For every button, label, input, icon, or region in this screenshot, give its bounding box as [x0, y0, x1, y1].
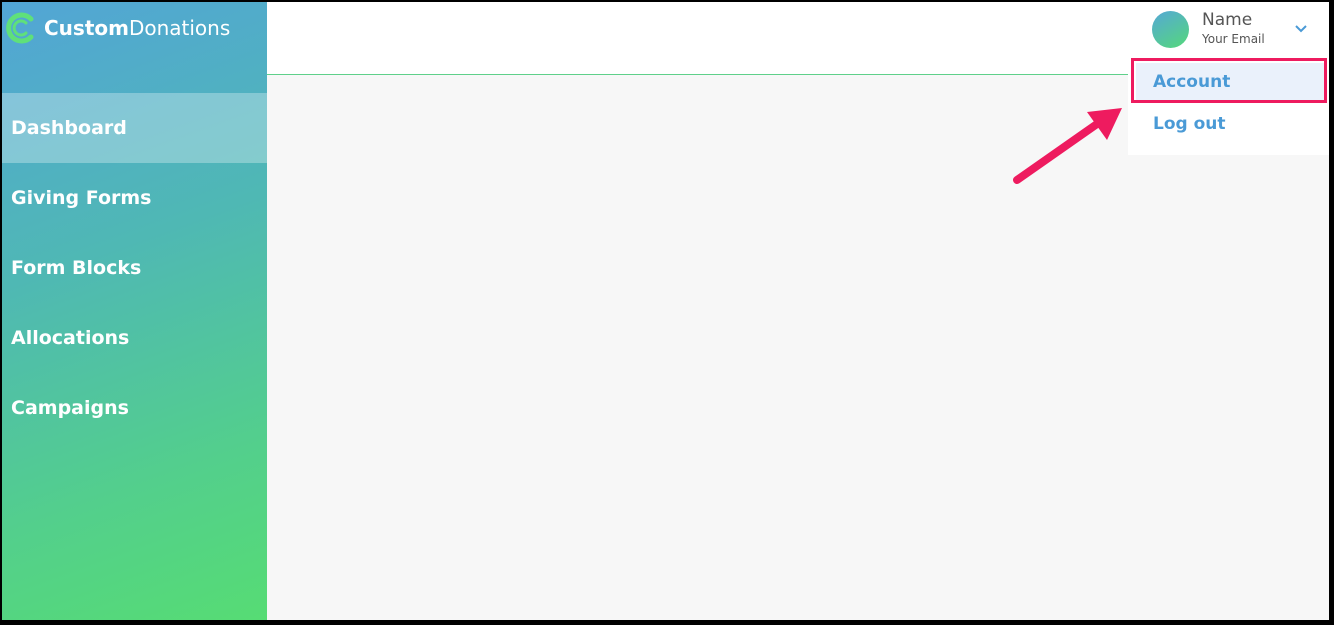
chevron-down-icon[interactable] — [1292, 19, 1310, 37]
logo-text-light: Donations — [128, 16, 231, 40]
user-email: Your Email — [1202, 32, 1265, 46]
user-dropdown-menu: Account Log out — [1128, 57, 1329, 155]
sidebar-item-dashboard[interactable]: Dashboard — [2, 93, 267, 163]
sidebar-item-form-blocks[interactable]: Form Blocks — [2, 233, 267, 303]
avatar[interactable] — [1152, 11, 1189, 48]
logo-icon — [6, 12, 34, 44]
logo-text-bold: Custom — [44, 16, 129, 40]
app-window: Custom Donations Dashboard Giving Forms … — [2, 2, 1329, 620]
annotation-arrow-icon — [1013, 108, 1122, 184]
sidebar-item-campaigns[interactable]: Campaigns — [2, 373, 267, 443]
sidebar: Custom Donations Dashboard Giving Forms … — [2, 2, 267, 620]
sidebar-item-allocations[interactable]: Allocations — [2, 303, 267, 373]
sidebar-item-giving-forms[interactable]: Giving Forms — [2, 163, 267, 233]
logo[interactable]: Custom Donations — [4, 2, 267, 54]
menu-item-log-out[interactable]: Log out — [1128, 105, 1329, 143]
menu-item-account[interactable]: Account — [1136, 63, 1325, 101]
user-name: Name — [1202, 10, 1253, 30]
